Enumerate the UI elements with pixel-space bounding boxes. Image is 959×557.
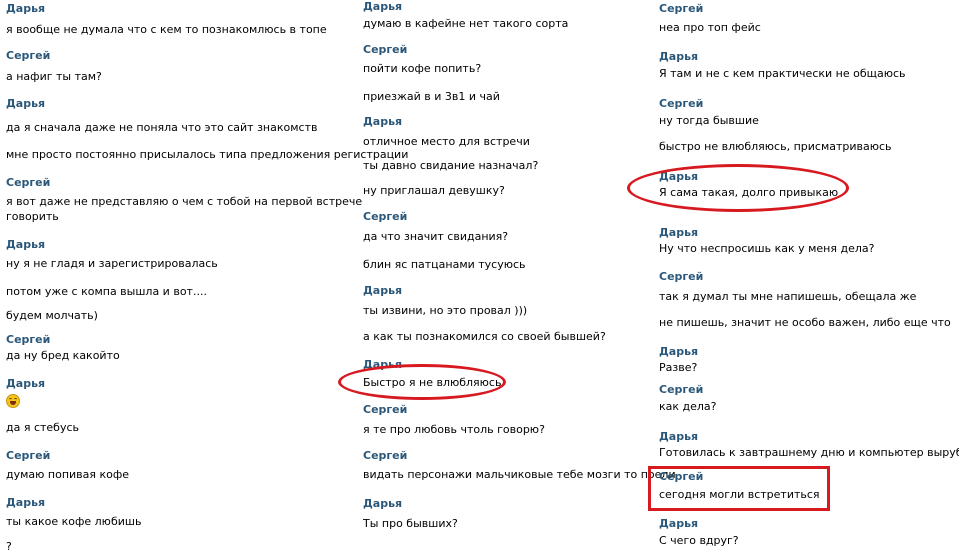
message-text: ты какое кофе любишь	[6, 515, 142, 528]
message-text: я вот даже не представляю о чем с тобой …	[6, 195, 363, 208]
message-text: да я стебусь	[6, 421, 80, 434]
message-text: Ну что неспросишь как у меня дела?	[659, 242, 875, 255]
message-text: пойти кофе попить?	[363, 62, 482, 75]
message-text: да что значит свидания?	[363, 230, 509, 243]
message-author: Дарья	[659, 345, 699, 358]
message-author: Дарья	[659, 50, 699, 63]
message-text: ?	[6, 540, 12, 553]
message-text: будем молчать)	[6, 309, 98, 322]
message-author: Дарья	[363, 0, 403, 13]
message-text: как дела?	[659, 400, 717, 413]
message-text: приезжай в и 3в1 и чай	[363, 90, 500, 103]
message-author: Сергей	[6, 49, 51, 62]
message-text: ты давно свидание назначал?	[363, 159, 539, 172]
laughing-face-icon	[6, 394, 20, 408]
message-author: Дарья	[659, 517, 699, 530]
message-text: да ну бред какойто	[6, 349, 120, 362]
message-text: Разве?	[659, 361, 698, 374]
message-author: Сергей	[6, 449, 51, 462]
message-author: Дарья	[659, 430, 699, 443]
message-text: отличное место для встречи	[363, 135, 530, 148]
message-text: думаю в кафейне нет такого сорта	[363, 17, 569, 30]
message-text: а нафиг ты там?	[6, 70, 102, 83]
message-text: С чего вдруг?	[659, 534, 739, 547]
message-author: Сергей	[659, 383, 704, 396]
message-author: Сергей	[363, 403, 408, 416]
message-author: Дарья	[363, 284, 403, 297]
message-author: Сергей	[363, 449, 408, 462]
highlight-rectangle	[648, 466, 830, 511]
message-author: Дарья	[363, 497, 403, 510]
message-author: Сергей	[659, 97, 704, 110]
message-text: видать персонажи мальчиковые тебе мозги …	[363, 468, 676, 481]
message-text: неа про топ фейс	[659, 21, 761, 34]
message-author: Сергей	[363, 43, 408, 56]
message-text: так я думал ты мне напишешь, обещала же	[659, 290, 917, 303]
message-text: я те про любовь чтоль говорю?	[363, 423, 545, 436]
message-text: говорить	[6, 210, 59, 223]
message-author: Сергей	[363, 210, 408, 223]
message-author: Дарья	[6, 2, 46, 15]
message-text: да я сначала даже не поняла что это сайт…	[6, 121, 318, 134]
message-author: Сергей	[6, 333, 51, 346]
message-text: я вообще не думала что с кем то познаком…	[6, 23, 327, 36]
message-text: ну я не гладя и зарегистрировалась	[6, 257, 218, 270]
message-text: думаю попивая кофе	[6, 468, 130, 481]
message-author: Сергей	[659, 270, 704, 283]
message-text: не пишешь, значит не особо важен, либо е…	[659, 316, 951, 329]
message-author: Сергей	[6, 176, 51, 189]
message-text: ты извини, но это провал )))	[363, 304, 528, 317]
highlight-ellipse-2	[627, 164, 849, 212]
message-author: Дарья	[6, 377, 46, 390]
message-text: мне просто постоянно присылалось типа пр…	[6, 148, 409, 161]
message-author: Дарья	[659, 226, 699, 239]
highlight-ellipse-1	[338, 364, 506, 400]
message-text: Ты про бывших?	[363, 517, 458, 530]
message-author: Дарья	[6, 496, 46, 509]
message-author: Дарья	[6, 97, 46, 110]
message-author: Дарья	[363, 115, 403, 128]
message-text: потом уже с компа вышла и вот....	[6, 285, 207, 298]
laughing-face-icon	[6, 394, 20, 411]
message-text: быстро не влюбляюсь, присматриваюсь	[659, 140, 892, 153]
message-author: Дарья	[6, 238, 46, 251]
message-text: Готовилась к завтрашнему дню и компьютер…	[659, 446, 959, 459]
message-text: ну приглашал девушку?	[363, 184, 505, 197]
message-text: ну тогда бывшие	[659, 114, 759, 127]
message-text: блин яс патцанами тусуюсь	[363, 258, 526, 271]
message-author: Сергей	[659, 2, 704, 15]
message-text: а как ты познакомился со своей бывшей?	[363, 330, 606, 343]
message-text: Я там и не с кем практически не общаюсь	[659, 67, 906, 80]
